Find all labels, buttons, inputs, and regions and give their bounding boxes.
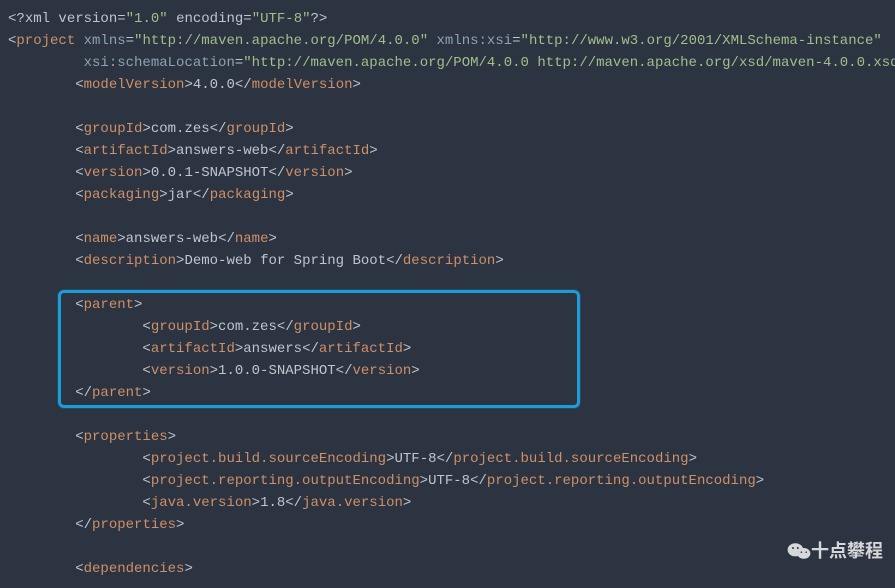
modelVersion: <modelVersion>4.0.0</modelVersion> <box>8 74 887 96</box>
project-open-cont: xsi:schemaLocation="http://maven.apache.… <box>8 52 887 74</box>
groupId: <groupId>com.zes</groupId> <box>8 118 887 140</box>
parent-groupId: <groupId>com.zes</groupId> <box>8 316 887 338</box>
project-open: <project xmlns="http://maven.apache.org/… <box>8 30 887 52</box>
name-tag: <name>answers-web</name> <box>8 228 887 250</box>
properties-open: <properties> <box>8 426 887 448</box>
parent-open: <parent> <box>8 294 887 316</box>
version: <version>0.0.1-SNAPSHOT</version> <box>8 162 887 184</box>
parent-version: <version>1.0.0-SNAPSHOT</version> <box>8 360 887 382</box>
parent-close: </parent> <box>8 382 887 404</box>
code-block: <?xml version="1.0" encoding="UTF-8"?> <… <box>0 0 895 588</box>
description: <description>Demo-web for Spring Boot</d… <box>8 250 887 272</box>
artifactId: <artifactId>answers-web</artifactId> <box>8 140 887 162</box>
properties-close: </properties> <box>8 514 887 536</box>
xml-declaration: <?xml version="1.0" encoding="UTF-8"?> <box>8 8 887 30</box>
prop-pbse: <project.build.sourceEncoding>UTF-8</pro… <box>8 448 887 470</box>
dependencies-open: <dependencies> <box>8 558 887 580</box>
prop-java: <java.version>1.8</java.version> <box>8 492 887 514</box>
prop-proe: <project.reporting.outputEncoding>UTF-8<… <box>8 470 887 492</box>
parent-artifactId: <artifactId>answers</artifactId> <box>8 338 887 360</box>
packaging: <packaging>jar</packaging> <box>8 184 887 206</box>
